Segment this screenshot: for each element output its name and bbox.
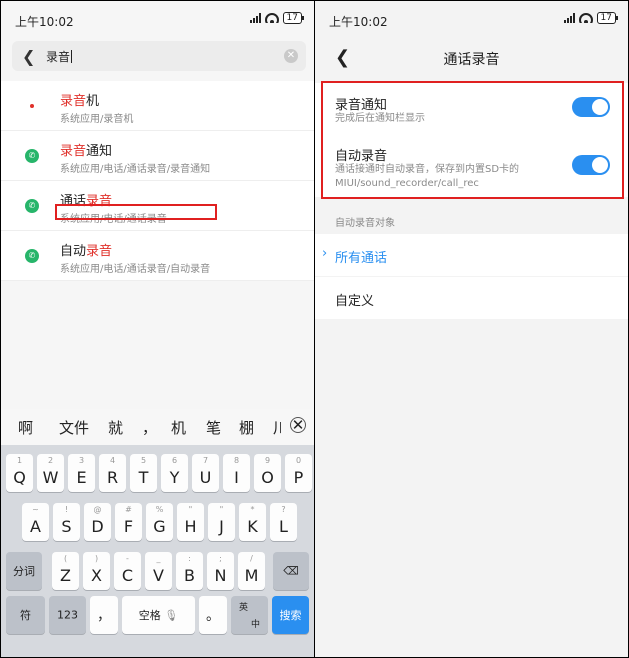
key-e[interactable]: 3E (68, 454, 95, 492)
key-z[interactable]: (Z (52, 552, 79, 590)
status-bar: 上午10:02 17 (1, 1, 314, 37)
key-g[interactable]: % G (146, 503, 173, 541)
phone-icon: ✆ (25, 149, 39, 163)
status-bar: 上午10:02 17 (315, 1, 628, 37)
backspace-icon: ⌫ (283, 564, 299, 578)
candidate-word[interactable]: 川 (273, 417, 281, 438)
search-results: 录音机 系统应用/录音机 ✆ 录音通知 系统应用/电话/通话录音/录音通知 ✆ … (1, 81, 314, 281)
key-l[interactable]: ? L (270, 503, 297, 541)
page-header: ❮ 通话录音 (315, 37, 628, 77)
key-n[interactable]: ; N (207, 552, 234, 590)
battery-icon: 17 (282, 12, 305, 24)
result-title: 录音通知 (60, 144, 113, 159)
result-item[interactable]: ✆ 录音通知 系统应用/电话/通话录音/录音通知 (1, 131, 314, 181)
key-i[interactable]: 8I (223, 454, 250, 492)
chevron-right-icon: › (322, 246, 328, 261)
comma-key[interactable]: ， (90, 596, 118, 634)
wifi-icon (578, 13, 593, 23)
result-title: 自动录音 (60, 244, 113, 259)
status-icons: 17 (249, 12, 305, 24)
split-key[interactable]: 分词 (6, 552, 42, 590)
key-p[interactable]: 0P (285, 454, 312, 492)
phone-icon: ✆ (25, 199, 39, 213)
key-v[interactable]: _ V (145, 552, 172, 590)
result-path: 系统应用/电话/通话录音/自动录音 (60, 264, 211, 275)
result-item[interactable]: ✆ 自动录音 系统应用/电话/通话录音/自动录音 (1, 231, 314, 281)
option-label: 自定义 (335, 294, 375, 309)
language-switch-key[interactable]: 英 中 (231, 596, 268, 634)
period-key[interactable]: 。 (199, 596, 227, 634)
key-b[interactable]: :B (176, 552, 203, 590)
option-all-calls[interactable]: › 所有通话 (315, 234, 628, 276)
candidate-word[interactable]: 就 (108, 417, 123, 438)
clear-icon[interactable]: ✕ (284, 49, 298, 63)
key-k[interactable]: * K (239, 503, 266, 541)
candidate-word[interactable]: 啊 (18, 417, 33, 438)
key-q[interactable]: 1Q (6, 454, 33, 492)
back-arrow-icon[interactable]: ❮ (22, 47, 35, 66)
result-item[interactable]: 录音机 系统应用/录音机 (1, 81, 314, 131)
symbol-key[interactable]: 符 (6, 596, 45, 634)
option-custom[interactable]: 自定义 (315, 277, 628, 319)
key-o[interactable]: 9O (254, 454, 281, 492)
search-input[interactable]: 录音 (46, 48, 73, 65)
search-screen: 上午10:02 17 ❮ 录音 ✕ 录音机 系统应用/录音机 ✆ 录音通知 系统… (1, 1, 314, 657)
section-label: 自动录音对象 (335, 218, 395, 229)
status-time: 上午10:02 (329, 15, 388, 29)
key-c[interactable]: -C (114, 552, 141, 590)
phone-icon: ✆ (25, 249, 39, 263)
candidate-word[interactable]: 文件 (59, 417, 89, 438)
key-h[interactable]: " H (177, 503, 204, 541)
key-d[interactable]: @ D (84, 503, 111, 541)
key-u[interactable]: 7U (192, 454, 219, 492)
search-bar[interactable]: ❮ 录音 ✕ (12, 41, 306, 71)
search-key[interactable]: 搜索 (272, 596, 309, 634)
page-title: 通话录音 (443, 52, 500, 68)
keyboard: 1Q2W3E4R5T6Y7U8I9O0P ~ A! S @ D # F% G " H " J * K? L … (1, 445, 314, 657)
key-m[interactable]: / M (238, 552, 265, 590)
key-f[interactable]: # F (115, 503, 142, 541)
key-j[interactable]: " J (208, 503, 235, 541)
candidate-word[interactable]: ， (142, 417, 157, 438)
signal-icon (249, 13, 261, 23)
number-key[interactable]: 123 (49, 596, 86, 634)
status-icons: 17 (563, 12, 619, 24)
mic-icon: 🎙 (164, 609, 179, 622)
candidate-word[interactable]: 笔 (206, 417, 221, 438)
key-t[interactable]: 5T (130, 454, 157, 492)
key-y[interactable]: 6Y (161, 454, 188, 492)
call-recording-screen: 上午10:02 17 ❮ 通话录音 录音通知 完成后在通知栏显示 自动录音 通话… (315, 1, 628, 657)
candidate-word[interactable]: 棚 (239, 417, 254, 438)
result-path: 系统应用/电话/通话录音/录音通知 (60, 164, 211, 175)
key-w[interactable]: 2W (37, 454, 64, 492)
annotation-box (321, 81, 624, 199)
result-path: 系统应用/录音机 (60, 114, 134, 125)
status-time: 上午10:02 (15, 15, 74, 29)
result-title: 录音机 (60, 94, 100, 109)
close-candidates-icon[interactable]: ✕ (290, 417, 306, 433)
key-r[interactable]: 4R (99, 454, 126, 492)
key-x[interactable]: ) X (83, 552, 110, 590)
red-dot-icon (25, 99, 39, 113)
wifi-icon (264, 13, 279, 23)
candidate-word[interactable]: 机 (171, 417, 186, 438)
delete-key[interactable]: ⌫ (273, 552, 309, 590)
battery-icon: 17 (596, 12, 619, 24)
annotation-box (55, 204, 217, 220)
text-cursor (71, 50, 73, 63)
candidate-bar: 啊 文件 就 ， 机 笔 棚 川 ✕ (1, 409, 314, 445)
key-s[interactable]: ! S (53, 503, 80, 541)
option-label: 所有通话 (335, 251, 388, 266)
key-a[interactable]: ~ A (22, 503, 49, 541)
space-key[interactable]: 空格 🎙 (122, 596, 195, 634)
signal-icon (563, 13, 575, 23)
